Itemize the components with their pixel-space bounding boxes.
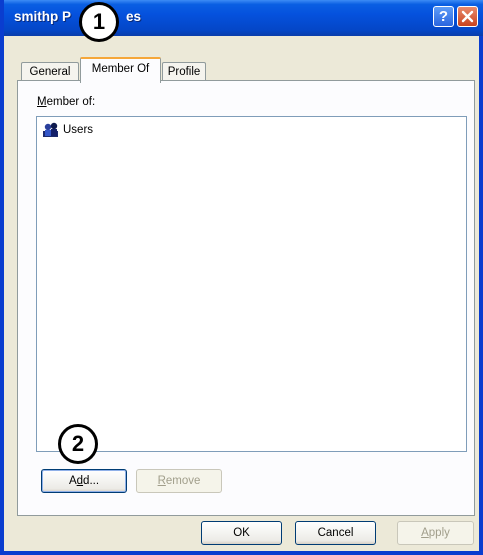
close-button[interactable]	[457, 6, 478, 27]
ok-button[interactable]: OK	[201, 521, 282, 545]
help-button[interactable]: ?	[433, 6, 454, 27]
close-icon	[461, 10, 474, 23]
tab-profile[interactable]: Profile	[162, 62, 206, 81]
callout-2: 2	[58, 424, 98, 464]
title-left: smithp P	[14, 9, 72, 24]
callout-1: 1	[79, 2, 119, 42]
add-button[interactable]: Add...	[41, 469, 127, 493]
tab-general[interactable]: General	[21, 62, 79, 81]
remove-button[interactable]: Remove	[136, 469, 222, 493]
apply-button[interactable]: Apply	[397, 521, 474, 545]
tab-member-of[interactable]: Member Of	[80, 57, 161, 83]
member-of-label: Member of:	[37, 96, 96, 108]
list-item[interactable]: Users	[63, 122, 93, 138]
member-of-label-rest: ember of:	[46, 96, 96, 108]
member-of-list[interactable]	[36, 116, 467, 452]
window-title: smithp P es	[14, 9, 141, 24]
cancel-button[interactable]: Cancel	[295, 521, 376, 545]
group-icon	[43, 122, 58, 137]
title-right: es	[126, 9, 142, 24]
